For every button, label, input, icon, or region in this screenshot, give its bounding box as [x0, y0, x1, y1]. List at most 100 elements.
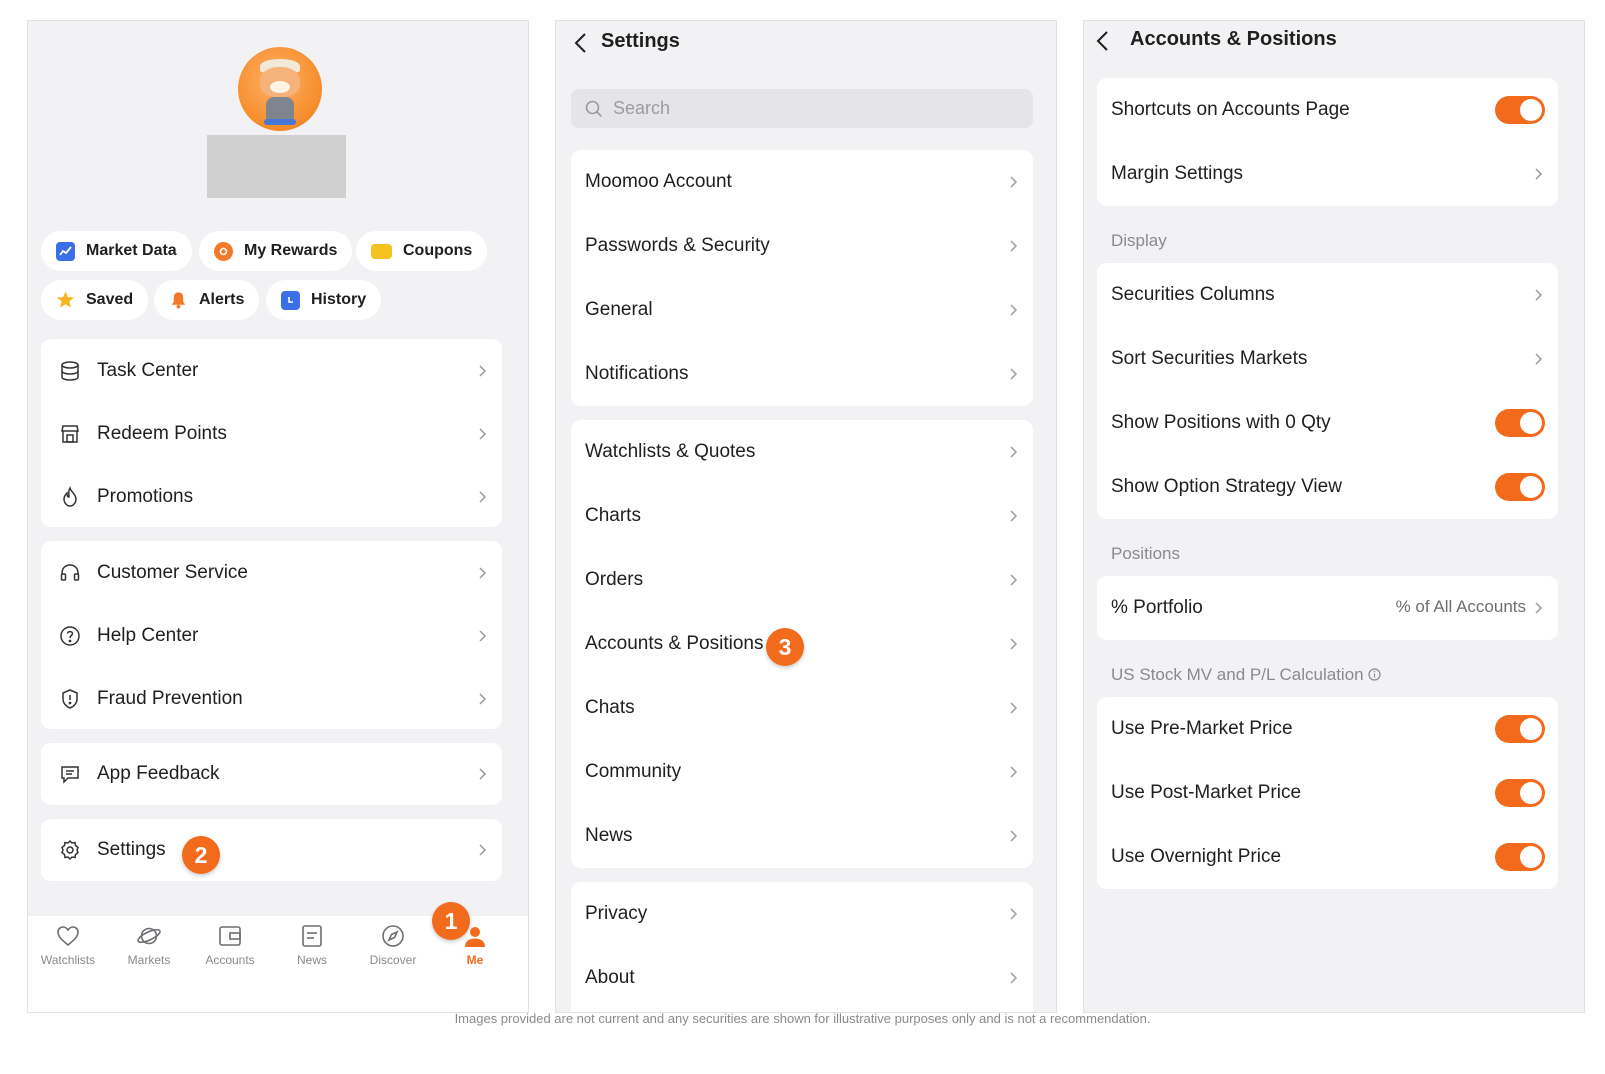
settings-item-notifications[interactable]: Notifications: [571, 342, 1033, 406]
chevron-right-icon: [1010, 766, 1018, 778]
accounts-item-show-option-strategy-view[interactable]: Show Option Strategy View: [1097, 455, 1558, 519]
history-icon: [281, 290, 300, 310]
chevron-right-icon: [1535, 602, 1543, 614]
settings-item-label: Notifications: [585, 363, 689, 384]
coupons-chip[interactable]: Coupons: [356, 231, 488, 271]
accounts-group-calculation: Use Pre-Market Price Use Post-Market Pric…: [1097, 697, 1558, 889]
market-data-label: Market Data: [86, 242, 177, 259]
chevron-right-icon: [1010, 638, 1018, 650]
settings-item-label: News: [585, 825, 633, 846]
feedback-icon: [58, 762, 82, 786]
menu-item-promotions[interactable]: Promotions: [41, 465, 502, 528]
me-screen: Market Data My Rewards Coupons Saved Ale…: [27, 20, 529, 1013]
my-rewards-label: My Rewards: [244, 242, 338, 259]
settings-item-label: Accounts & Positions: [585, 633, 764, 654]
menu-item-label: Settings: [97, 839, 166, 860]
accounts-item-portfolio[interactable]: % Portfolio % of All Accounts: [1097, 576, 1558, 640]
menu-item-app-feedback[interactable]: App Feedback: [41, 743, 502, 805]
star-icon: [56, 291, 75, 310]
toggle-switch[interactable]: [1495, 779, 1545, 807]
accounts-item-label: Securities Columns: [1111, 284, 1275, 305]
accounts-group-general: Shortcuts on Accounts Page Margin Setting…: [1097, 78, 1558, 206]
accounts-header: Accounts & Positions: [1084, 21, 1584, 67]
alerts-chip[interactable]: Alerts: [154, 280, 260, 320]
settings-item-label: General: [585, 299, 653, 320]
settings-item-label: Chats: [585, 697, 635, 718]
accounts-group-display: Securities Columns Sort Securities Market…: [1097, 263, 1558, 519]
rewards-icon: [214, 241, 233, 261]
settings-item-orders[interactable]: Orders: [571, 548, 1033, 612]
toggle-switch[interactable]: [1495, 715, 1545, 743]
back-arrow-icon[interactable]: [1094, 29, 1114, 53]
redacted-username: [207, 135, 346, 198]
accounts-item-sort-securities-markets[interactable]: Sort Securities Markets: [1097, 327, 1558, 391]
accounts-item-shortcuts-on-accounts-page[interactable]: Shortcuts on Accounts Page: [1097, 78, 1558, 142]
toggle-switch[interactable]: [1495, 409, 1545, 437]
chevron-right-icon: [1010, 574, 1018, 586]
settings-item-moomoo-account[interactable]: Moomoo Account: [571, 150, 1033, 214]
menu-item-label: Fraud Prevention: [97, 687, 243, 709]
accounts-item-use-post-market-price[interactable]: Use Post-Market Price: [1097, 761, 1558, 825]
toggle-knob: [1520, 412, 1542, 434]
avatar[interactable]: [238, 47, 322, 131]
accounts-item-securities-columns[interactable]: Securities Columns: [1097, 263, 1558, 327]
chevron-right-icon: [479, 364, 487, 377]
settings-item-label: Watchlists & Quotes: [585, 441, 756, 462]
item-value: % of All Accounts: [1395, 597, 1526, 616]
page-title: Settings: [601, 30, 680, 52]
menu-item-task-center[interactable]: Task Center: [41, 339, 502, 402]
headset-icon: [58, 561, 82, 585]
search-input[interactable]: [613, 98, 993, 119]
tab-label: Watchlists: [40, 953, 96, 967]
settings-item-news[interactable]: News: [571, 804, 1033, 868]
history-chip[interactable]: History: [266, 280, 382, 320]
settings-item-about[interactable]: About: [571, 946, 1033, 1010]
settings-item-passwords-security[interactable]: Passwords & Security: [571, 214, 1033, 278]
menu-item-label: Promotions: [97, 485, 194, 507]
section-header-calculation: US Stock MV and P/L Calculation: [1111, 665, 1381, 685]
settings-item-charts[interactable]: Charts: [571, 484, 1033, 548]
chevron-right-icon: [1010, 240, 1018, 252]
accounts-item-use-pre-market-price[interactable]: Use Pre-Market Price: [1097, 697, 1558, 761]
menu-item-settings[interactable]: Settings: [41, 819, 502, 881]
coupons-label: Coupons: [403, 242, 473, 259]
menu-group-support: Customer Service Help Center Fraud Preve…: [41, 541, 502, 729]
settings-item-label: Community: [585, 761, 682, 782]
back-arrow-icon[interactable]: [572, 31, 592, 55]
search-bar[interactable]: [571, 89, 1033, 128]
settings-item-community[interactable]: Community: [571, 740, 1033, 804]
settings-header: Settings: [556, 21, 1056, 67]
tab-label: Discover: [369, 953, 417, 967]
toggle-switch[interactable]: [1495, 473, 1545, 501]
menu-item-fraud-prevention[interactable]: Fraud Prevention: [41, 667, 502, 730]
my-rewards-chip[interactable]: My Rewards: [199, 231, 353, 271]
menu-item-help-center[interactable]: Help Center: [41, 604, 502, 667]
page-title: Accounts & Positions: [1130, 28, 1337, 50]
chevron-right-icon: [479, 692, 487, 705]
saved-chip[interactable]: Saved: [41, 280, 149, 320]
settings-item-label: Privacy: [585, 903, 648, 924]
toggle-switch[interactable]: [1495, 96, 1545, 124]
toggle-switch[interactable]: [1495, 843, 1545, 871]
chevron-right-icon: [1010, 972, 1018, 984]
chevron-right-icon: [1010, 176, 1018, 188]
accounts-positions-screen: Accounts & Positions Shortcuts on Accoun…: [1083, 20, 1585, 1013]
saved-label: Saved: [86, 291, 134, 308]
accounts-item-margin-settings[interactable]: Margin Settings: [1097, 142, 1558, 206]
settings-item-privacy[interactable]: Privacy: [571, 882, 1033, 946]
settings-item-general[interactable]: General: [571, 278, 1033, 342]
menu-item-redeem-points[interactable]: Redeem Points: [41, 402, 502, 465]
chevron-right-icon: [1010, 830, 1018, 842]
accounts-item-show-positions-with-0-qty[interactable]: Show Positions with 0 Qty: [1097, 391, 1558, 455]
settings-item-label: Moomoo Account: [585, 171, 732, 192]
info-icon[interactable]: [1368, 668, 1381, 681]
settings-item-watchlists-quotes[interactable]: Watchlists & Quotes: [571, 420, 1033, 484]
section-header-positions: Positions: [1111, 544, 1180, 563]
menu-item-customer-service[interactable]: Customer Service: [41, 541, 502, 604]
settings-item-label: Orders: [585, 569, 644, 590]
accounts-item-use-overnight-price[interactable]: Use Overnight Price: [1097, 825, 1558, 889]
market-data-chip[interactable]: Market Data: [41, 231, 192, 271]
toggle-knob: [1520, 846, 1542, 868]
settings-item-chats[interactable]: Chats: [571, 676, 1033, 740]
chevron-right-icon: [1535, 289, 1543, 301]
